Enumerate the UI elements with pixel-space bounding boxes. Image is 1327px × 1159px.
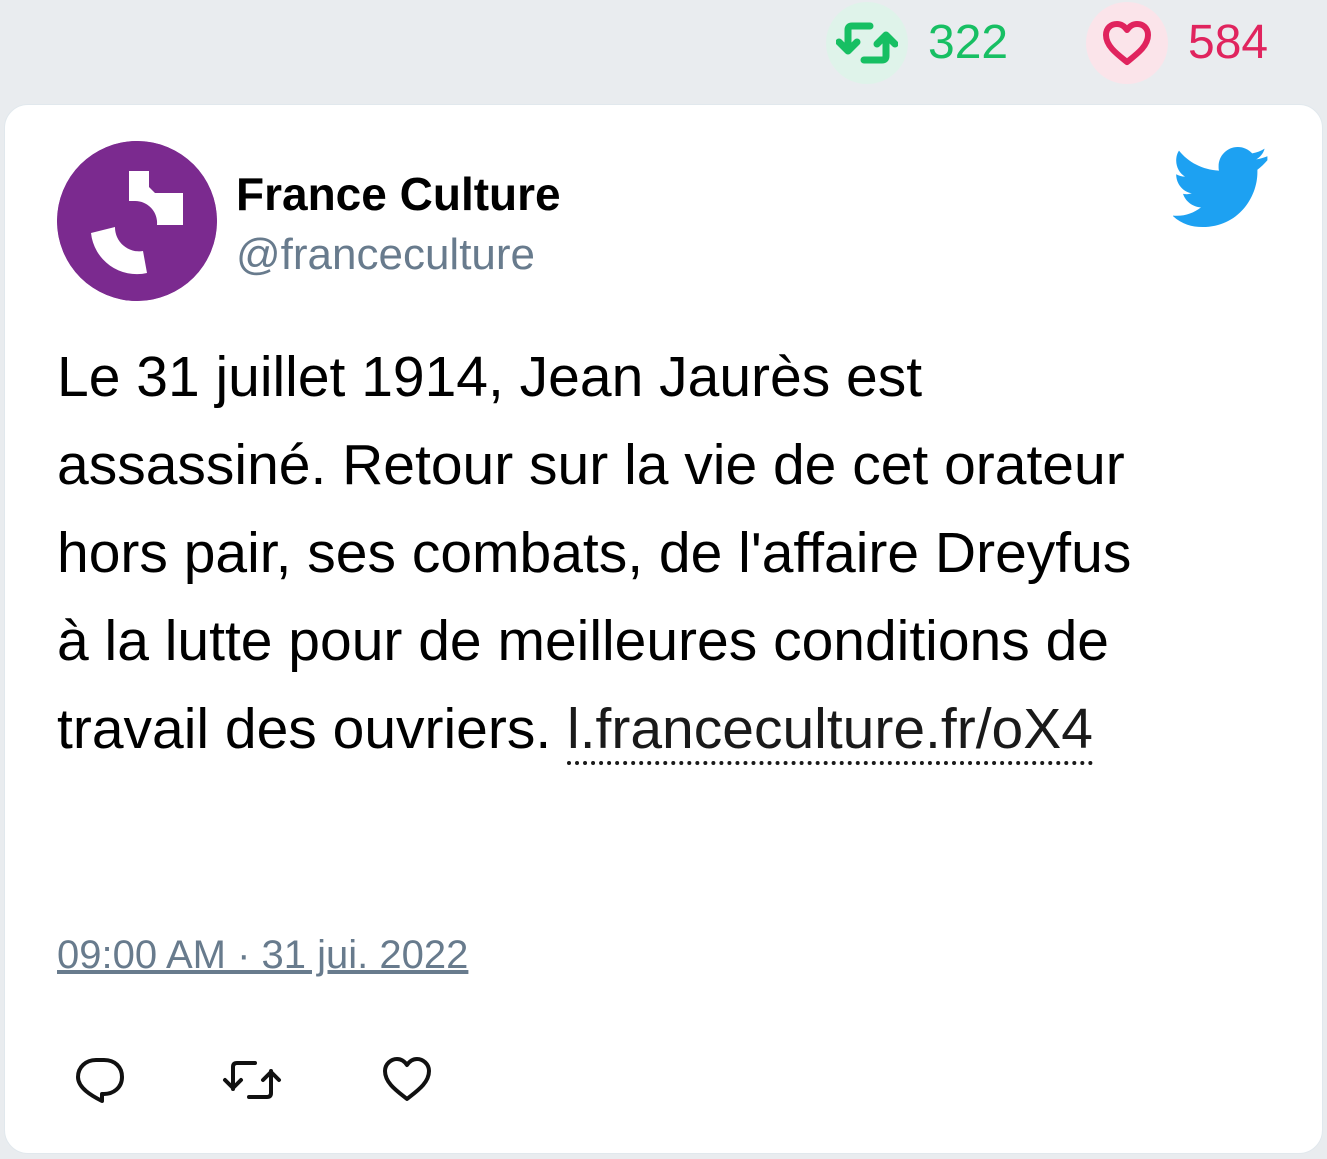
twitter-bird-icon[interactable]: [1172, 147, 1269, 227]
tweet-card: France Culture @franceculture Le 31 juil…: [4, 104, 1323, 1154]
like-button[interactable]: [372, 1045, 442, 1115]
heart-icon[interactable]: [1086, 2, 1168, 84]
retweet-count: 322: [928, 16, 1009, 69]
tweet-link[interactable]: l.franceculture.fr/oX4: [567, 697, 1093, 765]
retweet-button[interactable]: [217, 1045, 287, 1115]
like-stat[interactable]: 584: [1086, 2, 1268, 84]
retweet-stat[interactable]: 322: [826, 2, 1008, 84]
tweet-text: Le 31 juillet 1914, Jean Jaurès est assa…: [57, 333, 1157, 773]
like-count: 584: [1188, 16, 1269, 69]
retweet-icon: [223, 1061, 281, 1099]
stats-bar: 322 584: [0, 0, 1327, 96]
france-culture-logo-icon: [57, 141, 217, 301]
retweet-icon[interactable]: [826, 2, 908, 84]
reply-icon: [76, 1058, 124, 1103]
avatar[interactable]: [57, 141, 217, 301]
heart-icon: [383, 1057, 431, 1101]
tweet-timestamp[interactable]: 09:00 AM · 31 jui. 2022: [57, 931, 468, 979]
tweet-actions: [57, 1045, 477, 1115]
author-handle[interactable]: @franceculture: [236, 229, 535, 281]
reply-button[interactable]: [65, 1045, 135, 1115]
author-name[interactable]: France Culture: [236, 167, 561, 221]
